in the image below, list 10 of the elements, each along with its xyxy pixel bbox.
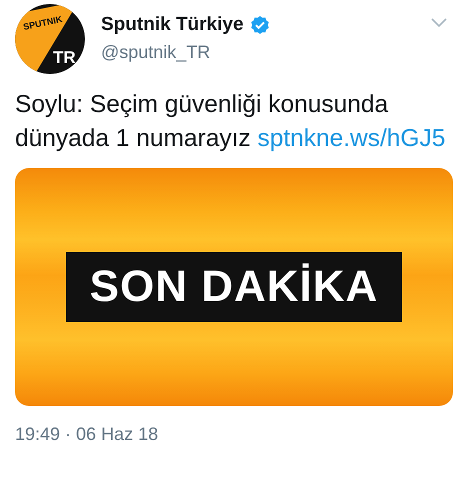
tweet-text: Soylu: Seçim güvenliği konusunda dünyada 1 numarayız sptnkne.ws/hGJ5 — [15, 90, 446, 154]
display-name[interactable]: Sputnik Türkiye — [101, 14, 244, 36]
user-handle[interactable]: @sputnik_TR — [101, 42, 431, 63]
logo-text: TR — [53, 48, 76, 68]
avatar[interactable]: SPUTNIK TR — [15, 4, 85, 74]
breaking-news-label: SON DAKİKA — [66, 252, 402, 322]
timestamp[interactable]: 19:49 · 06 Haz 18 — [15, 424, 453, 445]
media-background[interactable]: SON DAKİKA — [15, 168, 453, 406]
chevron-down-icon[interactable] — [431, 18, 447, 28]
logo-text: SPUTNIK — [22, 14, 64, 32]
